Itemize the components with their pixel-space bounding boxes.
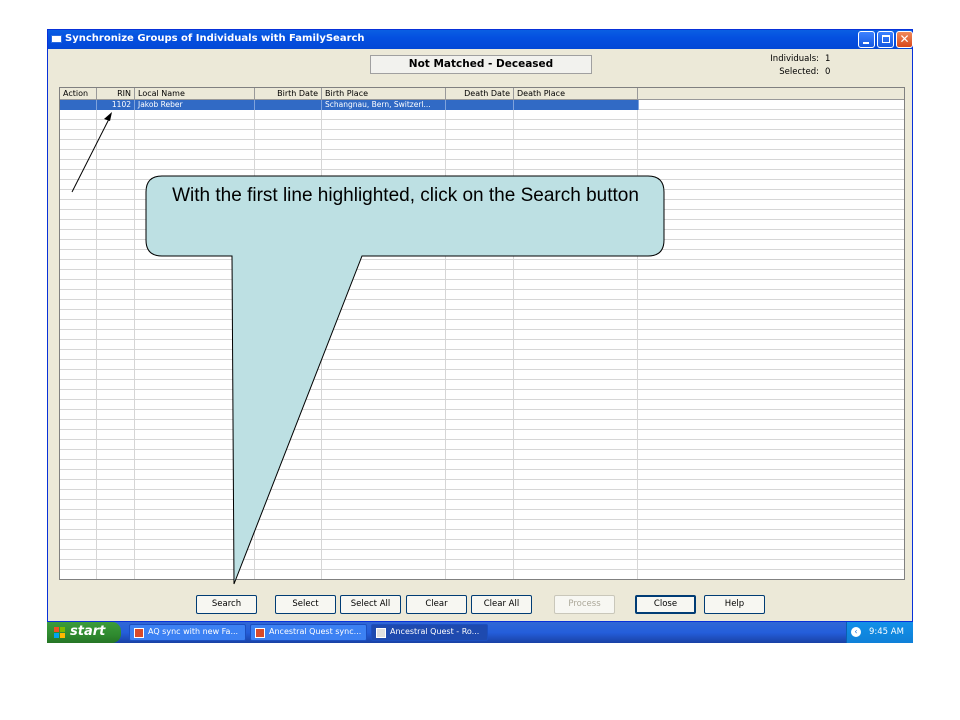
callout-overlay xyxy=(71,112,665,585)
pointer-arrow-head xyxy=(104,112,112,121)
pointer-arrow-line xyxy=(71,116,111,193)
callout-bubble xyxy=(145,175,665,585)
callout-text: With the first line highlighted, click o… xyxy=(172,185,639,206)
